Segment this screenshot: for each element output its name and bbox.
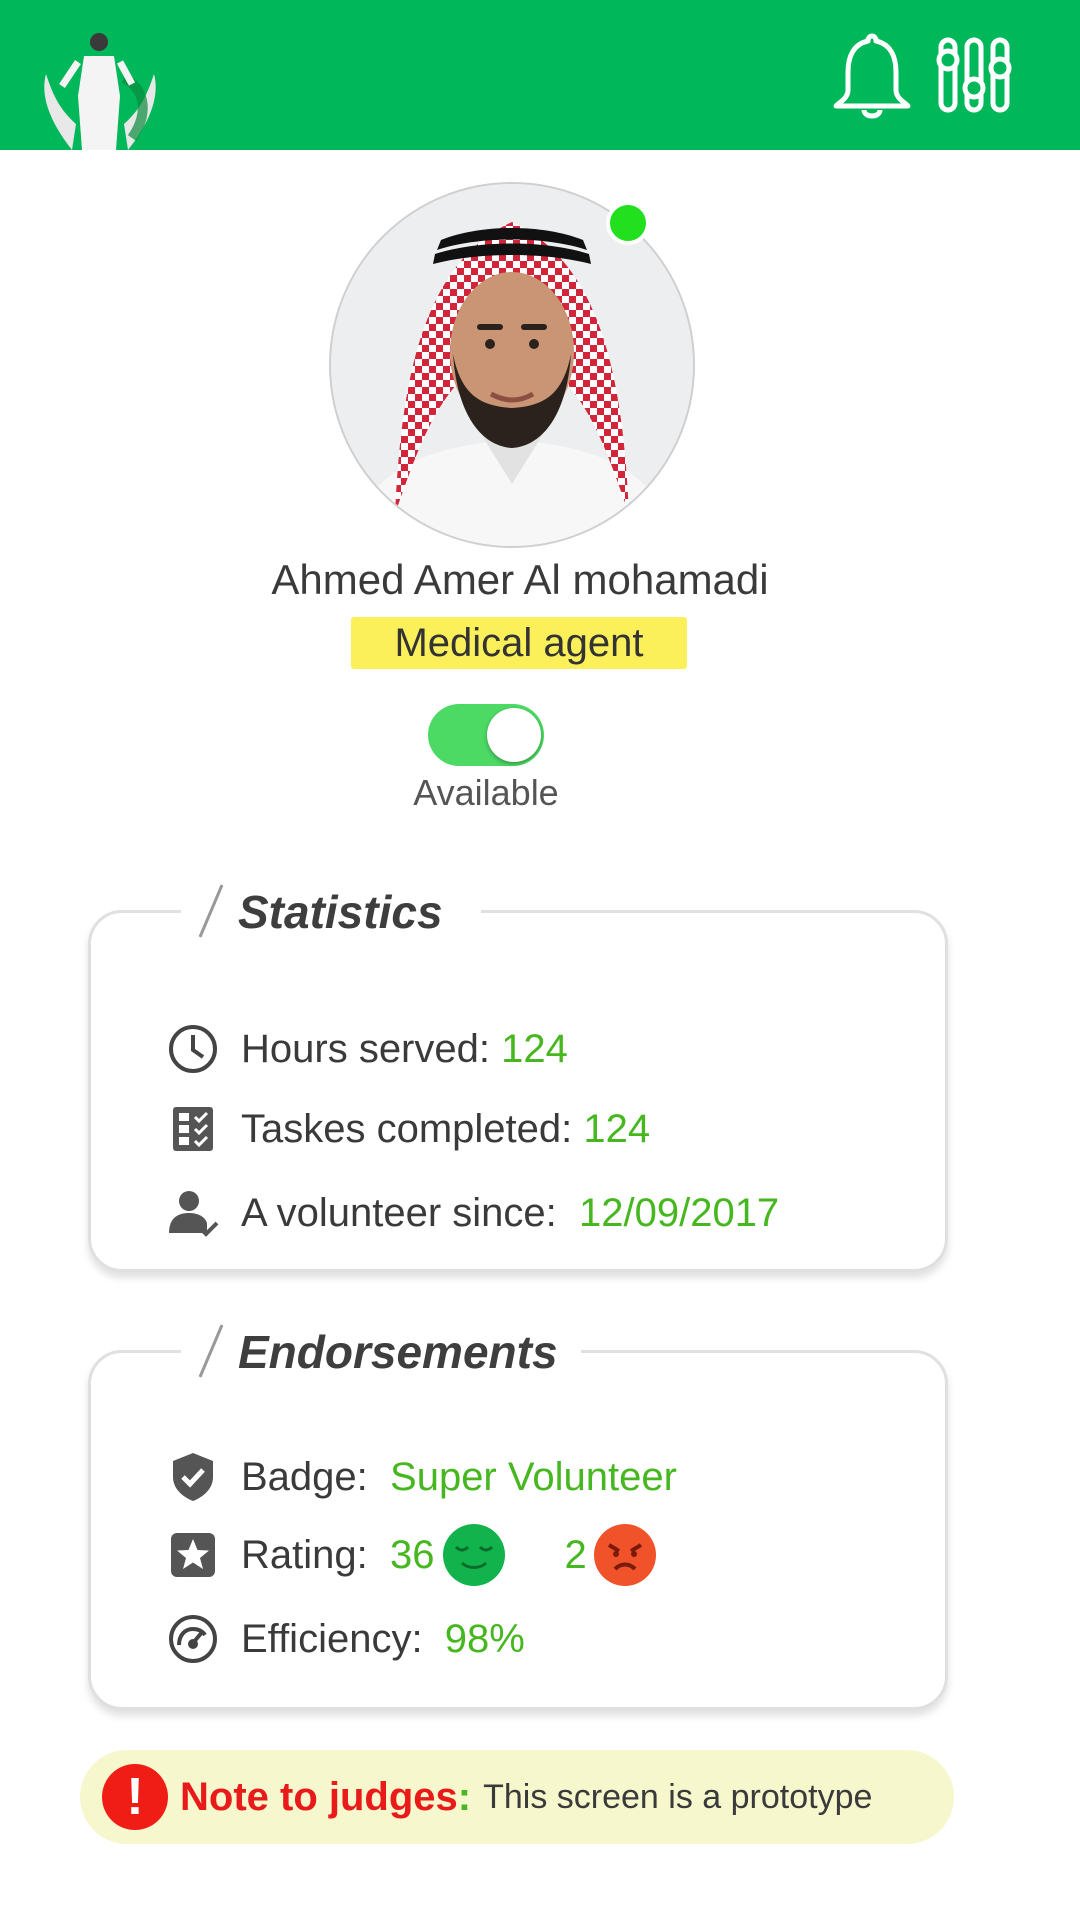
tasks-completed-value: 124 [583, 1106, 651, 1151]
gauge-icon [167, 1613, 219, 1665]
hours-served-label: Hours served: [241, 1026, 490, 1071]
volunteer-since-value: 12/09/2017 [578, 1190, 780, 1235]
availability-toggle[interactable] [428, 704, 544, 766]
rating-label: Rating: [241, 1532, 368, 1577]
app-header [0, 0, 1080, 150]
sliders-icon[interactable] [936, 36, 1012, 114]
hands-holding-person-logo-icon[interactable] [32, 26, 168, 150]
tasks-completed-label: Taskes completed: [241, 1106, 573, 1151]
rating-negative-count: 2 [564, 1532, 587, 1577]
hours-served-value: 124 [501, 1026, 568, 1071]
online-status-dot [606, 201, 650, 245]
rating-row: Rating: 36 2 [167, 1524, 657, 1586]
badge-label: Badge: [241, 1454, 368, 1499]
note-banner: ! Note to judges: This screen is a proto… [80, 1750, 954, 1844]
note-text: This screen is a prototype [483, 1777, 873, 1816]
happy-face-icon [442, 1523, 506, 1587]
toggle-knob [487, 708, 541, 762]
slash-divider [198, 884, 224, 938]
volunteer-since-row: A volunteer since: 12/09/2017 [167, 1185, 779, 1241]
tasks-completed-row: Taskes completed: 124 [167, 1101, 650, 1157]
badge-row: Badge: Super Volunteer [167, 1449, 677, 1505]
note-title: Note to judges [180, 1774, 458, 1819]
user-name: Ahmed Amer Al mohamadi [271, 556, 769, 603]
rating-positive-count: 36 [389, 1532, 435, 1577]
checklist-icon [167, 1103, 219, 1155]
exclamation-icon: ! [102, 1764, 168, 1830]
clock-icon [167, 1023, 219, 1075]
star-icon [167, 1529, 219, 1581]
user-check-icon [167, 1187, 219, 1239]
angry-face-icon [593, 1523, 657, 1587]
availability-label: Available [413, 772, 559, 813]
role-badge: Medical agent [351, 617, 687, 669]
efficiency-value: 98% [444, 1616, 525, 1661]
slash-divider [198, 1324, 224, 1378]
badge-value: Super Volunteer [390, 1454, 677, 1499]
volunteer-since-label: A volunteer since: [241, 1190, 557, 1235]
statistics-card: Statistics Hours served: 124 Taskes comp… [88, 884, 948, 1272]
bell-icon[interactable] [830, 30, 914, 122]
shield-check-icon [167, 1451, 219, 1503]
efficiency-label: Efficiency: [241, 1616, 423, 1661]
hours-served-row: Hours served: 124 [167, 1021, 568, 1077]
statistics-title: Statistics [238, 886, 443, 938]
note-colon: : [457, 1774, 472, 1819]
efficiency-row: Efficiency: 98% [167, 1611, 525, 1667]
endorsements-title: Endorsements [238, 1326, 558, 1378]
endorsements-card: Endorsements Badge: Super Volunteer Rati… [88, 1324, 948, 1710]
